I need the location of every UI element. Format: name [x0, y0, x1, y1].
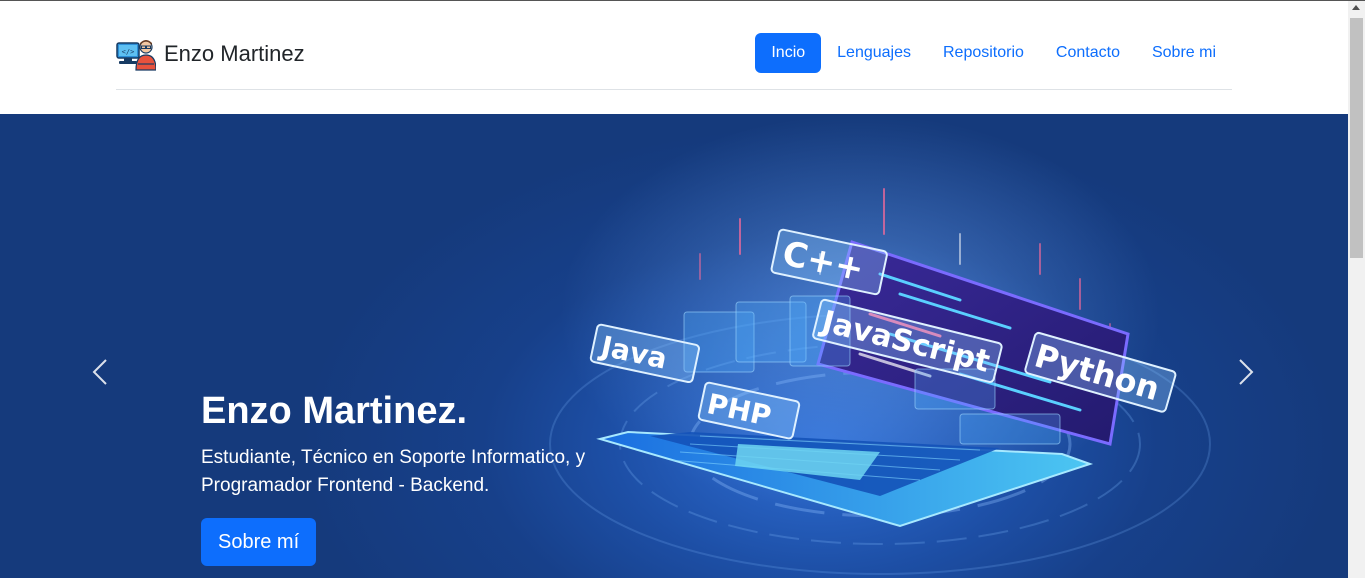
brand-name: Enzo Martinez — [164, 41, 305, 66]
scroll-up-arrow-icon[interactable] — [1352, 5, 1360, 10]
nav-item-repositorio[interactable]: Repositorio — [927, 33, 1040, 73]
nav-item-inicio[interactable]: Incio — [755, 33, 822, 73]
carousel-prev-button[interactable] — [86, 352, 116, 392]
chevron-left-icon — [92, 359, 107, 385]
hero-subtitle: Estudiante, Técnico en Soporte Informati… — [201, 447, 586, 496]
chevron-right-icon — [1239, 359, 1254, 385]
carousel-caption: Enzo Martinez. Estudiante, Técnico en So… — [201, 388, 641, 566]
laptop-code-illustration: C++ JavaScript Python Java PHP — [549, 114, 1211, 575]
hero-title: Enzo Martinez. — [201, 390, 468, 432]
nav-item-sobre-mi[interactable]: Sobre mi — [1136, 33, 1232, 73]
main-nav: Incio Lenguajes Repositorio Contacto Sob… — [755, 33, 1232, 73]
developer-avatar-icon: </> — [116, 40, 156, 71]
header-container: </> Enzo Martinez Incio Lenguajes Reposi… — [116, 1, 1232, 90]
site-header: </> Enzo Martinez Incio Lenguajes Reposi… — [0, 1, 1348, 114]
page: </> Enzo Martinez Incio Lenguajes Reposi… — [0, 0, 1348, 578]
scrollbar-thumb[interactable] — [1350, 18, 1363, 258]
nav-item-lenguajes[interactable]: Lenguajes — [821, 33, 927, 73]
about-me-button[interactable]: Sobre mí — [201, 518, 317, 566]
nav-item-contacto[interactable]: Contacto — [1040, 33, 1136, 73]
svg-text:</>: </> — [122, 48, 135, 56]
vertical-scrollbar[interactable] — [1348, 1, 1365, 578]
carousel-next-button[interactable] — [1232, 352, 1262, 392]
brand-link[interactable]: </> Enzo Martinez — [116, 37, 305, 71]
hero-carousel: C++ JavaScript Python Java PHP Enzo Mart… — [0, 114, 1348, 578]
